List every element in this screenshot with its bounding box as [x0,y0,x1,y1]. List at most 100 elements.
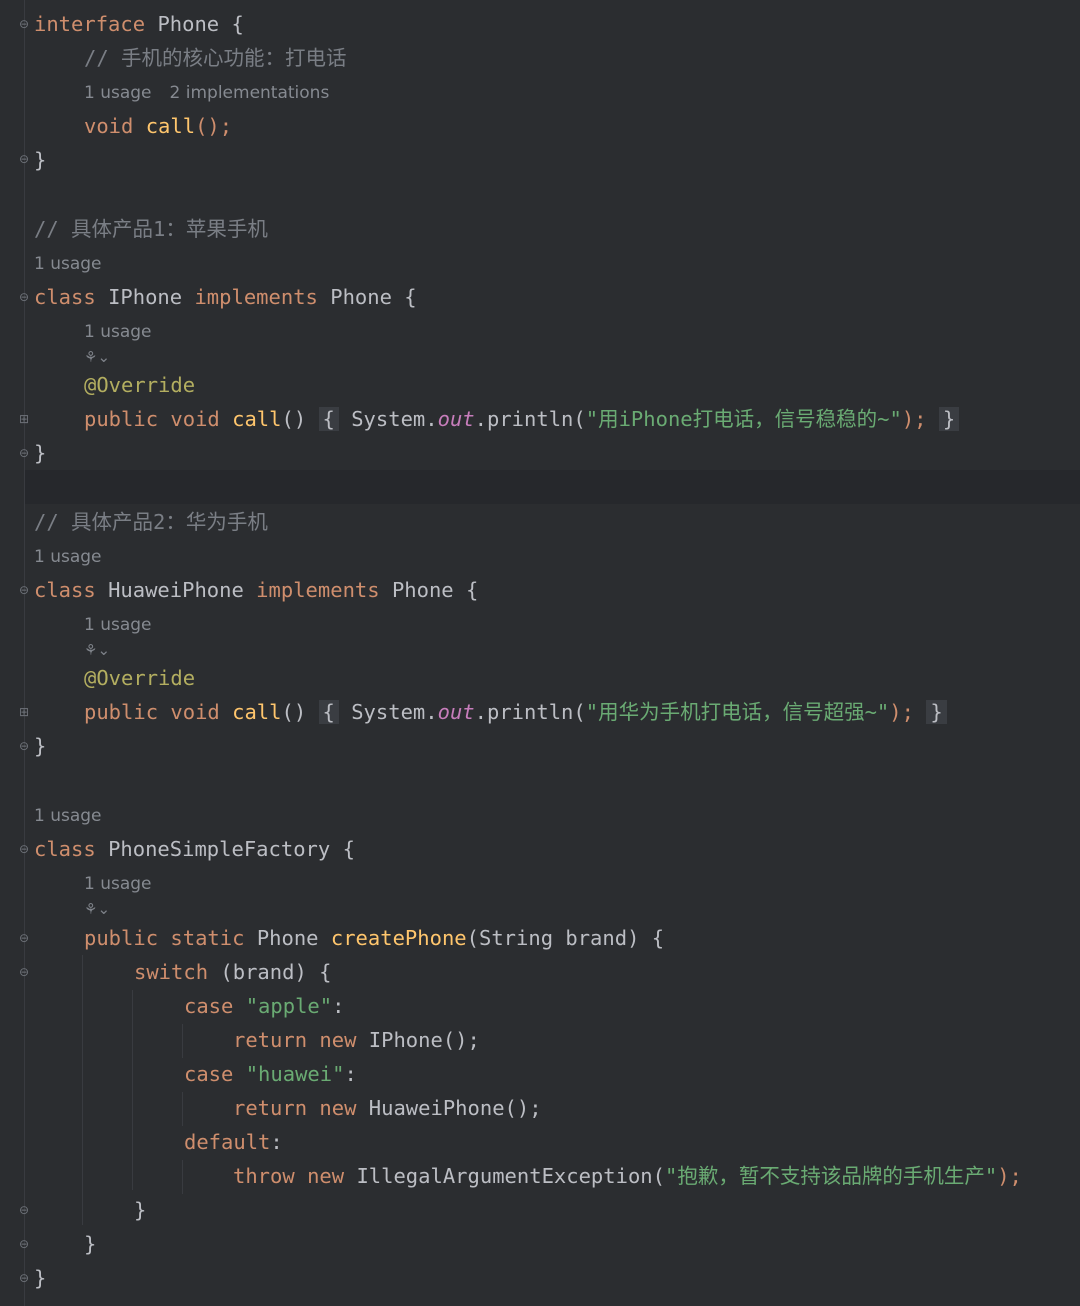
fold-toggle-icon[interactable]: ⊖ [17,1236,31,1252]
keyword: class [34,837,96,861]
code-line[interactable]: class PhoneSimpleFactory { [34,832,355,866]
code-line[interactable]: public void call() { System.out.println(… [84,695,947,729]
code-comment[interactable]: // 具体产品1：苹果手机 [34,212,268,246]
keyword: class [34,578,96,602]
usage-hint[interactable]: 1 usage [34,802,102,830]
usage-hint[interactable]: 1 usage [84,870,152,898]
fold-toggle-icon[interactable]: ⊖ [17,16,31,32]
method-call: .println( [474,700,586,724]
usage-hint[interactable]: 1 usage [84,611,152,639]
string-literal: "用华为手机打电话，信号超强~" [585,700,890,724]
fold-toggle-icon[interactable]: ⊖ [17,289,31,305]
code-comment[interactable]: // 具体产品2：华为手机 [34,505,268,539]
punctuation: ); [901,407,927,431]
implementations-count[interactable]: 2 implementations [170,83,330,103]
keyword: case [184,994,234,1018]
code-line[interactable]: public void call() { System.out.println(… [84,402,960,436]
parameter-list: (String brand) { [466,926,665,950]
folded-brace[interactable]: } [938,407,960,431]
usage-hint[interactable]: 1 usage [84,318,152,346]
code-line[interactable]: } [34,143,46,177]
indent-guide [82,955,83,1225]
keyword: implements [194,285,318,309]
folded-brace[interactable]: { [318,407,339,431]
punctuation: : [344,1062,357,1086]
keyword: class [34,285,96,309]
fold-toggle-icon[interactable]: ⊖ [17,582,31,598]
usage-hint[interactable]: 1 usage [34,250,102,278]
annotation[interactable]: @Override [84,661,195,695]
code-line[interactable]: throw new IllegalArgumentException("抱歉，暂… [233,1159,1022,1193]
ai-assistant-icon[interactable]: ⚘⌄ [84,346,110,368]
class-name: PhoneSimpleFactory [108,837,331,861]
keyword: return [233,1028,308,1052]
constructor-call: IllegalArgumentException( [356,1164,665,1188]
class-ref: System. [351,407,438,431]
annotation[interactable]: @Override [84,368,195,402]
punctuation: : [332,994,345,1018]
folded-brace[interactable]: { [318,700,339,724]
punctuation: ); [997,1164,1022,1188]
switch-expression: (brand) { [220,960,332,984]
code-line[interactable]: interface Phone { [34,7,244,41]
indent-guide [132,990,133,1190]
code-line[interactable]: } [34,1261,46,1295]
code-line[interactable]: return new HuaweiPhone(); [233,1091,542,1125]
fold-toggle-icon[interactable]: ⊖ [17,964,31,980]
keyword: public [84,407,159,431]
class-name: HuaweiPhone [108,578,244,602]
code-line[interactable]: case "apple": [184,989,344,1023]
static-field: out [437,700,475,724]
fold-toggle-icon[interactable]: ⊖ [17,151,31,167]
code-line[interactable]: class IPhone implements Phone { [34,280,417,314]
code-line[interactable]: } [34,729,46,763]
folded-brace[interactable]: } [926,700,947,724]
code-line[interactable]: } [84,1227,96,1261]
code-line[interactable]: class HuaweiPhone implements Phone { [34,573,478,607]
usage-hint[interactable]: 1 usage [34,543,102,571]
type-name: Phone [256,926,319,950]
string-literal: "用iPhone打电话，信号稳稳的~" [585,407,902,431]
keyword: throw [233,1164,295,1188]
usage-count[interactable]: 1 usage [84,83,152,103]
punctuation: ); [889,700,914,724]
keyword: public [84,700,159,724]
string-literal: "抱歉，暂不支持该品牌的手机生产" [665,1164,998,1188]
ai-assistant-icon[interactable]: ⚘⌄ [84,898,110,920]
string-literal: "apple" [245,994,333,1018]
type-name: Phone [330,285,392,309]
fold-toggle-icon[interactable]: ⊖ [17,1270,31,1286]
code-line[interactable]: case "huawei": [184,1057,357,1091]
keyword: void [170,407,220,431]
fold-toggle-icon[interactable]: ⊖ [17,1202,31,1218]
code-line[interactable]: public static Phone createPhone(String b… [84,921,664,955]
code-line[interactable]: void call(); [84,109,232,143]
fold-toggle-icon[interactable]: ⊖ [17,738,31,754]
punctuation: (); [195,114,233,138]
indent-guide [182,1092,183,1126]
indent-guide [182,1024,183,1058]
fold-toggle-icon[interactable]: ⊖ [17,930,31,946]
fold-toggle-icon[interactable]: ⊖ [17,445,31,461]
fold-expand-icon[interactable]: ⊞ [17,704,31,720]
brace: { [466,578,479,602]
string-literal: "huawei" [245,1062,345,1086]
keyword: new [319,1096,357,1120]
code-line[interactable]: return new IPhone(); [233,1023,480,1057]
fold-expand-icon[interactable]: ⊞ [17,411,31,427]
keyword: return [233,1096,308,1120]
usage-hint[interactable]: 1 usage 2 implementations [84,79,329,107]
brace: { [231,12,244,36]
code-line[interactable]: default: [184,1125,283,1159]
fold-toggle-icon[interactable]: ⊖ [17,841,31,857]
ai-assistant-icon[interactable]: ⚘⌄ [84,639,110,661]
code-line[interactable]: } [34,436,46,470]
code-comment[interactable]: // 手机的核心功能：打电话 [84,41,347,75]
keyword: static [170,926,245,950]
code-line[interactable]: switch (brand) { [134,955,332,989]
keyword: new [307,1164,345,1188]
current-line-highlight [25,470,1080,504]
code-editor[interactable]: ⊖ ⊖ ⊖ ⊞ ⊖ ⊖ ⊞ ⊖ ⊖ ⊖ ⊖ ⊖ ⊖ ⊖ interface Ph… [0,0,1080,1306]
code-line[interactable]: } [134,1193,146,1227]
punctuation: : [270,1130,283,1154]
